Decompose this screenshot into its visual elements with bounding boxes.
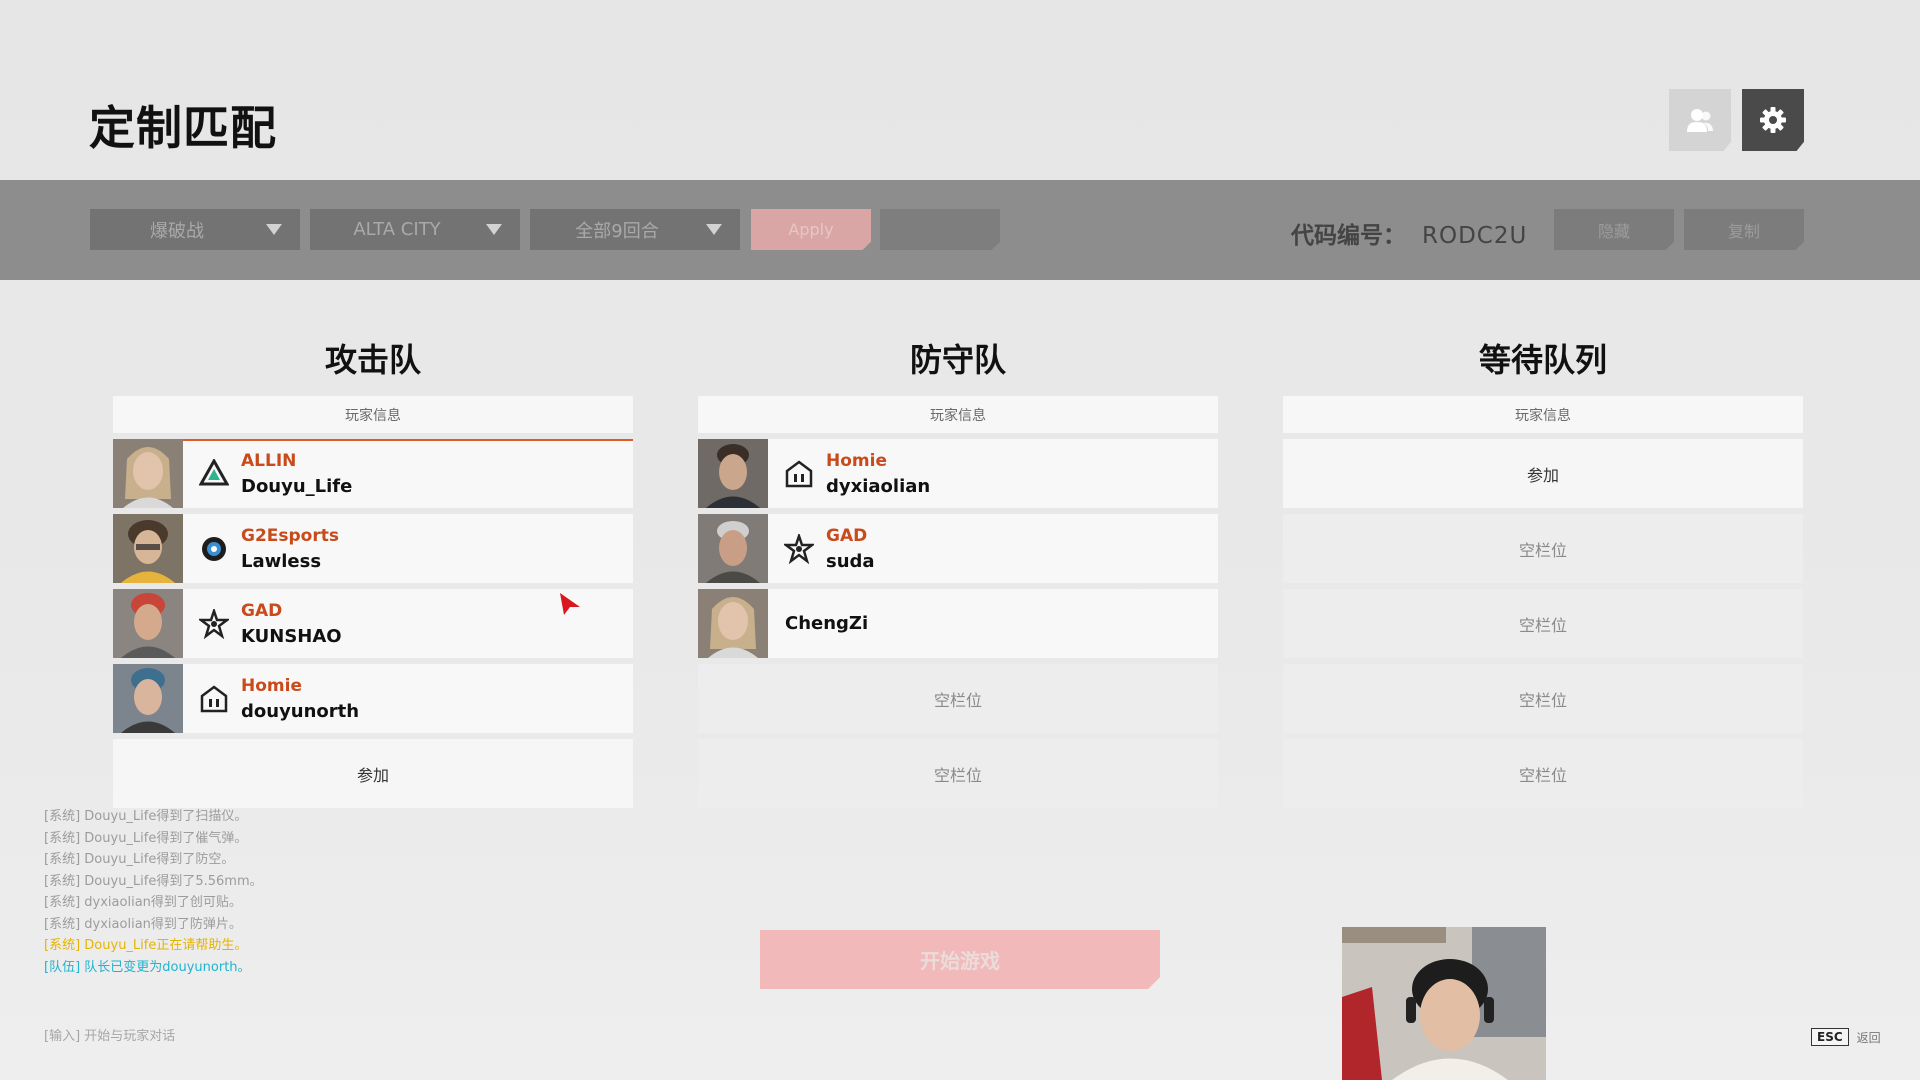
avatar [113,439,183,508]
mode-dropdown[interactable]: 爆破战 [90,209,300,250]
room-code: 代码编号： RODC2U [1291,216,1527,250]
defense-slot-2[interactable]: GAD suda [698,514,1218,583]
chat-line: [系统] dyxiaolian得到了防弹片。 [44,916,242,932]
room-code-value: RODC2U [1422,223,1528,249]
queue-player-info-header: 玩家信息 [1283,396,1803,433]
attack-slot-4[interactable]: Homie douyunorth [113,664,633,733]
defense-empty-slot[interactable]: 空栏位 [698,664,1218,733]
avatar [698,514,768,583]
chat-line: [系统] Douyu_Life得到了催气弹。 [44,830,248,846]
chevron-down-icon [706,224,722,235]
avatar [698,589,768,658]
person-icon [1687,109,1713,132]
house-logo-icon [200,685,228,713]
defense-team-title: 防守队 [909,341,1006,379]
rounds-value: 全部9回合 [575,220,659,242]
defense-slot-3[interactable]: ChengZi [698,589,1218,658]
gear-icon [1760,107,1786,133]
chat-line: [队伍] 队长已变更为douyunorth。 [44,959,251,975]
room-code-label: 代码编号： [1291,223,1406,249]
player-name: douyunorth [241,701,360,722]
avatar [113,589,183,658]
defense-player-info-header: 玩家信息 [698,396,1218,433]
avatar [113,664,183,733]
star-logo-icon [199,609,229,638]
player-name: KUNSHAO [241,626,342,647]
mode-value: 爆破战 [150,220,204,242]
defense-empty-slot[interactable]: 空栏位 [698,739,1218,808]
rounds-dropdown[interactable]: 全部9回合 [530,209,740,250]
defense-slot-1[interactable]: Homie dyxiaolian [698,439,1218,508]
match-settings-toolbar: 爆破战 ALTA CITY 全部9回合 Apply 代码编号： RODC2U 隐… [0,180,1920,280]
apply-button[interactable]: Apply [751,209,871,250]
star-logo-icon [784,534,814,563]
queue-join-slot[interactable]: 参加 [1283,439,1803,508]
player-name: Douyu_Life [241,476,353,497]
webcam-overlay [1342,927,1546,1080]
player-name: Lawless [241,551,322,572]
mouse-cursor-icon [560,593,580,615]
triangle-logo-icon [199,459,229,486]
esc-label: 返回 [1856,1030,1881,1045]
player-name: dyxiaolian [826,476,931,497]
chat-line: [系统] Douyu_Life得到了5.56mm。 [44,873,263,889]
attack-slot-1[interactable]: ALLIN Douyu_Life [113,439,633,508]
reset-button[interactable] [880,209,1000,250]
queue-empty-slot[interactable]: 空栏位 [1283,664,1803,733]
friends-button[interactable] [1669,89,1731,151]
player-name: suda [826,551,875,572]
attack-slot-3[interactable]: GAD KUNSHAO [113,589,633,658]
map-value: ALTA CITY [353,219,441,240]
team-name: GAD [241,601,283,621]
queue-title: 等待队列 [1478,341,1607,379]
start-game-button[interactable]: 开始游戏 [760,930,1160,989]
esc-key: ESC [1811,1028,1849,1046]
page-title: 定制匹配 [89,101,277,155]
chat-line: [系统] Douyu_Life得到了防空。 [44,852,235,867]
lion-logo-icon [202,537,226,561]
avatar [698,439,768,508]
team-name: ALLIN [241,451,297,471]
team-name: GAD [826,526,868,546]
queue-empty-slot[interactable]: 空栏位 [1283,739,1803,808]
house-logo-icon [785,460,813,488]
queue-empty-slot[interactable]: 空栏位 [1283,589,1803,658]
map-dropdown[interactable]: ALTA CITY [310,209,520,250]
hide-code-button[interactable]: 隐藏 [1554,209,1674,250]
team-name: Homie [826,451,887,471]
queue-empty-slot[interactable]: 空栏位 [1283,514,1803,583]
esc-back-hint[interactable]: ESC 返回 [1811,1028,1881,1046]
copy-code-button[interactable]: 复制 [1684,209,1804,250]
avatar [113,514,183,583]
chat-log: [系统] Douyu_Life得到了扫描仪。 [系统] Douyu_Life得到… [44,806,344,978]
team-name: G2Esports [241,526,339,546]
settings-button[interactable] [1742,89,1804,151]
player-name: ChengZi [785,613,869,634]
attack-team-title: 攻击队 [324,341,421,379]
attack-join-slot[interactable]: 参加 [113,739,633,808]
chevron-down-icon [266,224,282,235]
attack-slot-2[interactable]: G2Esports Lawless [113,514,633,583]
chevron-down-icon [486,224,502,235]
attack-player-info-header: 玩家信息 [113,396,633,433]
chat-input[interactable]: [输入] 开始与玩家对话 [44,1025,175,1044]
chat-line: [系统] Douyu_Life得到了扫描仪。 [44,809,248,824]
chat-line: [系统] Douyu_Life正在请帮助生。 [44,938,248,953]
chat-line: [系统] dyxiaolian得到了创可贴。 [44,895,242,910]
team-name: Homie [241,676,302,696]
